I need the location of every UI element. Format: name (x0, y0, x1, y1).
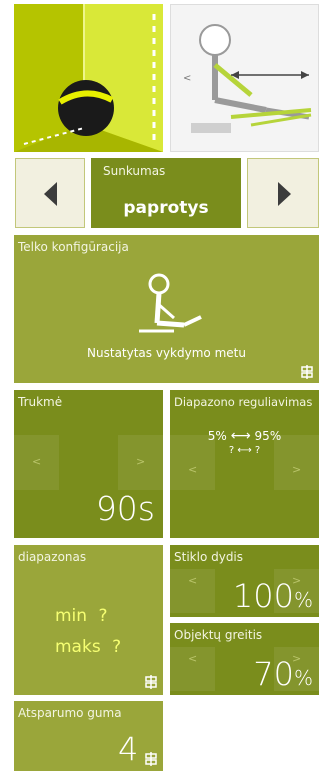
range-min-row: min ? (55, 606, 108, 626)
range-tile[interactable]: diapazonas min ? maks ? (14, 545, 163, 695)
range-adjust-low-unknown: ? (228, 445, 235, 456)
seated-figure-icon (139, 273, 202, 333)
duration-decrease-label: < (32, 455, 42, 468)
duration-decrease-button[interactable]: < (14, 435, 59, 490)
range-max-label: maks (55, 637, 101, 657)
body-config-title: Telko konfigūracija (18, 240, 129, 254)
link-icon (301, 365, 313, 379)
stick-figure-graphic: < (183, 24, 312, 133)
game-preview-image[interactable] (14, 4, 163, 152)
triangle-left-icon (44, 182, 57, 206)
difficulty-next-button[interactable] (247, 158, 319, 228)
link-icon (145, 675, 157, 689)
triangle-right-icon (278, 182, 291, 206)
range-adjust-increase-button[interactable]: > (274, 435, 319, 490)
range-max-value: ? (112, 637, 122, 657)
object-speed-decrease-button[interactable]: < (170, 647, 215, 691)
range-min-value: ? (98, 606, 108, 626)
double-arrow-icon: ⟷ (230, 428, 251, 444)
svg-text:<: < (183, 73, 191, 84)
range-adjust-tile[interactable]: Diapazono reguliavimas 5% ⟷ 95% ? ⟷ ? < … (170, 390, 319, 538)
object-speed-tile[interactable]: Objektų greitis < > 70% (170, 623, 319, 695)
difficulty-label: Sunkumas (103, 164, 166, 178)
object-speed-decrease-label: < (188, 652, 198, 665)
difficulty-display: Sunkumas paprotys (91, 158, 241, 228)
exercise-preview-image[interactable]: < (170, 4, 319, 152)
range-adjust-title: Diapazono reguliavimas (174, 395, 313, 409)
duration-title: Trukmė (18, 395, 63, 409)
glass-size-value-row: 100% (233, 577, 313, 615)
duration-increase-label: > (136, 455, 146, 468)
duration-increase-button[interactable]: > (118, 435, 163, 490)
range-title: diapazonas (18, 550, 87, 564)
resistance-band-title: Atsparumo guma (18, 706, 122, 720)
difficulty-prev-button[interactable] (15, 158, 85, 228)
game-scene-graphic (14, 4, 163, 152)
glass-size-tile[interactable]: Stiklo dydis < > 100% (170, 545, 319, 617)
range-max-row: maks ? (55, 637, 121, 657)
object-speed-value-row: 70% (253, 655, 313, 693)
object-speed-unit: % (293, 666, 313, 690)
link-icon (145, 752, 157, 766)
glass-size-decrease-label: < (188, 574, 198, 587)
object-speed-value: 70 (253, 655, 294, 693)
range-adjust-decrease-label: < (188, 463, 198, 476)
duration-value: 90s (95, 489, 155, 528)
glass-size-unit: % (293, 588, 313, 612)
body-config-status: Nustatytas vykdymo metu (87, 346, 246, 360)
resistance-band-value: 4 (118, 730, 139, 768)
duration-tile[interactable]: Trukmė < > 90s (14, 390, 163, 538)
glass-size-title: Stiklo dydis (174, 550, 244, 564)
range-adjust-high-unknown: ? (254, 445, 261, 456)
resistance-band-tile[interactable]: Atsparumo guma 4 (14, 701, 163, 771)
body-config-tile[interactable]: Telko konfigūracija Nustatytas vykdymo m… (14, 235, 319, 383)
object-speed-title: Objektų greitis (174, 628, 263, 642)
glass-size-value: 100 (232, 577, 294, 615)
range-adjust-decrease-button[interactable]: < (170, 435, 215, 490)
glass-size-decrease-button[interactable]: < (170, 569, 215, 613)
difficulty-value: paprotys (123, 198, 209, 218)
double-arrow-icon: ⟷ (237, 445, 252, 456)
range-adjust-increase-label: > (292, 463, 302, 476)
range-min-label: min (55, 606, 88, 626)
